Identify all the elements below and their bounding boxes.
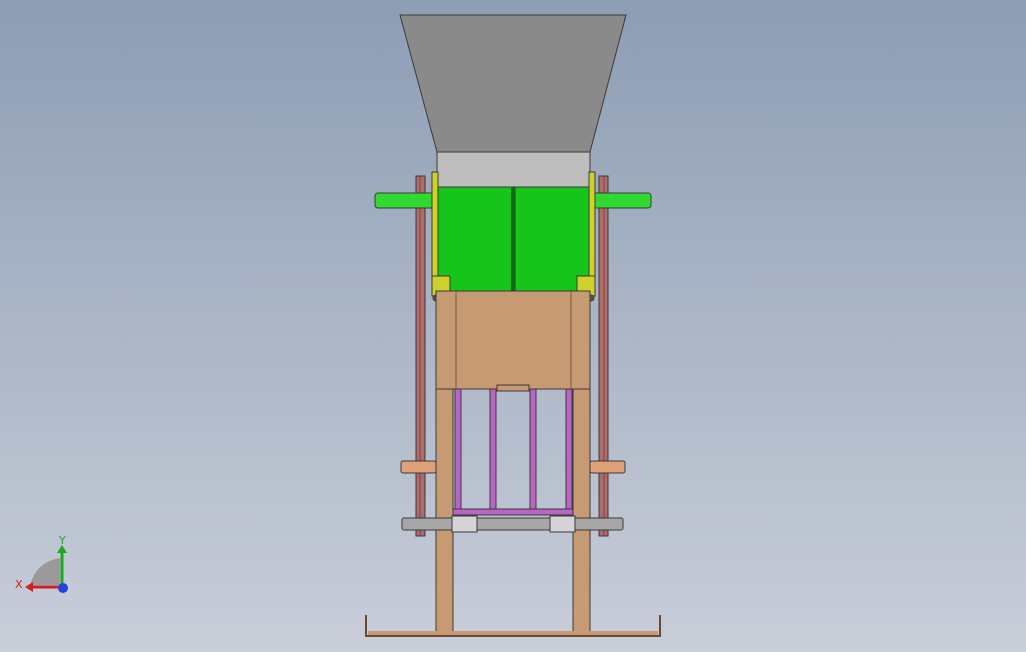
gray-collar-left	[451, 515, 478, 533]
hopper	[399, 14, 627, 153]
copper-rod-right	[589, 460, 626, 474]
cad-viewport[interactable]: Y X	[0, 0, 1026, 652]
hopper-neck	[436, 151, 591, 188]
triad-label-y: Y	[58, 534, 66, 547]
base-plate	[368, 631, 658, 635]
green-shaft-right	[589, 192, 652, 209]
mold-body	[435, 290, 591, 390]
purple-rod-2	[489, 388, 497, 512]
gray-collar-right	[549, 515, 576, 533]
green-block-right	[514, 186, 590, 292]
green-block-left	[437, 186, 513, 292]
purple-rod-3	[529, 388, 537, 512]
purple-rod-4	[565, 388, 573, 512]
copper-rod-left	[400, 460, 437, 474]
purple-rod-1	[454, 388, 462, 512]
gray-rod	[401, 517, 624, 531]
bracket-right	[588, 171, 596, 293]
triad-z-origin	[58, 583, 68, 593]
purple-crossbar	[452, 508, 574, 516]
bracket-left	[431, 171, 439, 293]
green-block-divider	[511, 187, 515, 291]
leg-right	[572, 388, 591, 633]
leg-left	[435, 388, 454, 633]
triad-label-x: X	[15, 578, 23, 591]
green-shaft-left	[374, 192, 438, 209]
mold-body-notch	[496, 384, 530, 392]
